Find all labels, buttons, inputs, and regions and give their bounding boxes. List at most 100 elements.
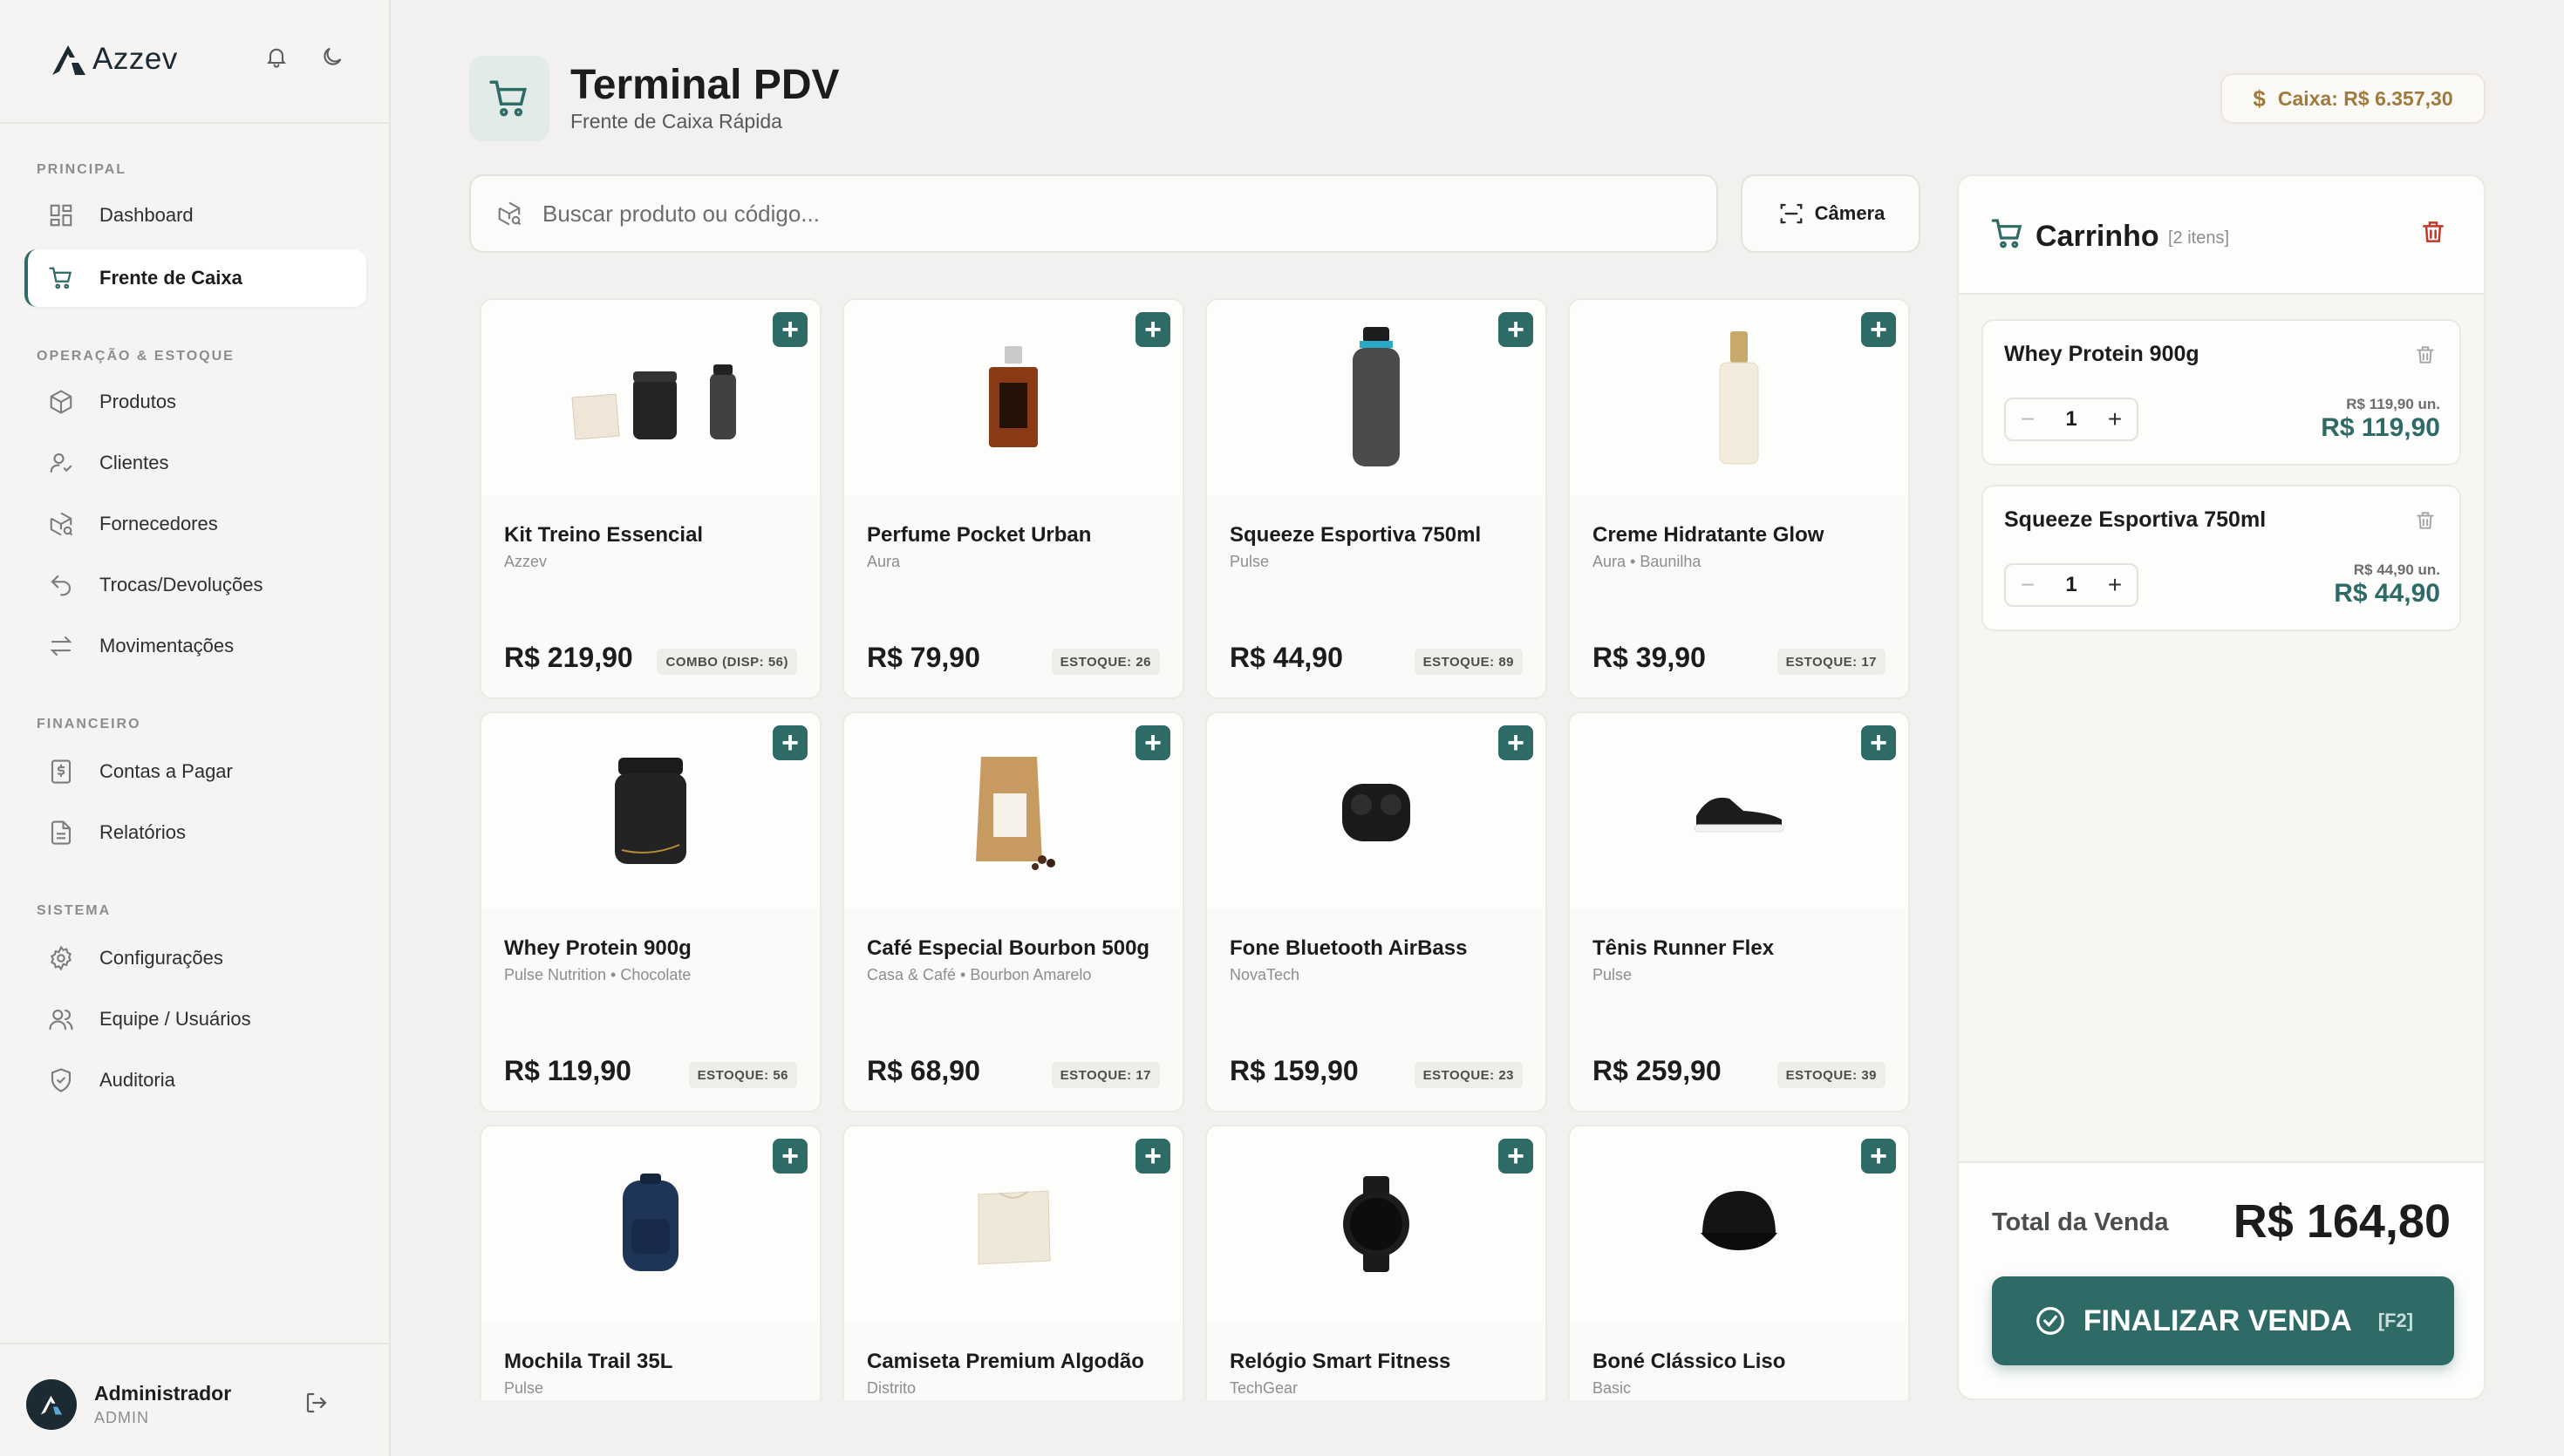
sidebar-item-clientes[interactable]: Clientes	[24, 434, 366, 492]
product-brand: TechGear	[1230, 1379, 1299, 1397]
sidebar-divider	[0, 122, 389, 124]
product-card[interactable]: + Café Especial Bourbon 500g Casa & Café…	[842, 711, 1184, 1112]
add-to-cart-button[interactable]: +	[1861, 1139, 1896, 1174]
clear-cart-trash-icon[interactable]	[2419, 218, 2451, 249]
cream-icon	[1570, 300, 1908, 495]
bottle-icon	[1207, 300, 1545, 495]
increase-quantity-button[interactable]: +	[2093, 405, 2137, 433]
product-brand: Distrito	[867, 1379, 917, 1397]
add-to-cart-button[interactable]: +	[773, 312, 808, 347]
product-card[interactable]: + Creme Hidratante Glow Aura • Baunilha …	[1568, 298, 1910, 699]
cart-item-count: [2 itens]	[2168, 228, 2230, 248]
product-card[interactable]: + Whey Protein 900g Pulse Nutrition • Ch…	[480, 711, 822, 1112]
add-to-cart-button[interactable]: +	[773, 725, 808, 760]
logout-icon[interactable]	[303, 1390, 333, 1419]
camera-button[interactable]: Câmera	[1741, 174, 1920, 253]
sidebar-item-label: Trocas/Devoluções	[99, 574, 263, 595]
decrease-quantity-button[interactable]: −	[2006, 571, 2049, 599]
unit-price: R$ 119,90 un.	[2346, 396, 2440, 412]
add-to-cart-button[interactable]: +	[1498, 312, 1533, 347]
sidebar-item-trocas[interactable]: Trocas/Devoluções	[24, 556, 366, 614]
users-icon	[45, 1004, 77, 1035]
product-card[interactable]: + Camiseta Premium Algodão Distrito	[842, 1125, 1184, 1400]
section-title-financeiro: FINANCEIRO	[37, 717, 141, 731]
remove-item-trash-icon[interactable]	[2414, 344, 2440, 370]
add-to-cart-button[interactable]: +	[1498, 1139, 1533, 1174]
product-name: Café Especial Bourbon 500g	[867, 936, 1150, 960]
product-name: Mochila Trail 35L	[504, 1350, 673, 1373]
product-card[interactable]: + Fone Bluetooth AirBass NovaTech R$ 159…	[1205, 711, 1547, 1112]
receipt-dollar-icon	[45, 756, 77, 787]
product-card[interactable]: + Mochila Trail 35L Pulse	[480, 1125, 822, 1400]
add-to-cart-button[interactable]: +	[773, 1139, 808, 1174]
scan-icon	[1776, 199, 1806, 228]
product-price: R$ 119,90	[504, 1055, 631, 1086]
product-card[interactable]: + Perfume Pocket Urban Aura R$ 79,90 EST…	[842, 298, 1184, 699]
sidebar-item-auditoria[interactable]: Auditoria	[24, 1051, 366, 1109]
cart-icon	[45, 262, 77, 294]
section-title-principal: PRINCIPAL	[37, 162, 127, 177]
sidebar-item-label: Configurações	[99, 947, 223, 969]
product-name: Boné Clássico Liso	[1592, 1350, 1786, 1373]
sidebar-item-dashboard[interactable]: Dashboard	[24, 187, 366, 244]
stock-badge: ESTOQUE: 23	[1414, 1062, 1523, 1088]
product-brand: Azzev	[504, 553, 548, 570]
cart-footer: Total da Venda R$ 164,80 FINALIZAR VENDA…	[1959, 1161, 2484, 1398]
sidebar-item-label: Equipe / Usuários	[99, 1008, 251, 1030]
stock-badge: ESTOQUE: 39	[1776, 1062, 1885, 1088]
sidebar-item-label: Contas a Pagar	[99, 760, 233, 782]
add-to-cart-button[interactable]: +	[1135, 725, 1170, 760]
product-price: R$ 39,90	[1592, 642, 1706, 673]
add-to-cart-button[interactable]: +	[1135, 1139, 1170, 1174]
item-total: R$ 119,90	[2321, 413, 2440, 442]
decrease-quantity-button[interactable]: −	[2006, 405, 2049, 433]
sidebar-item-label: Auditoria	[99, 1069, 175, 1091]
sidebar-item-contas[interactable]: Contas a Pagar	[24, 743, 366, 800]
brand-logo[interactable]: Azzev	[49, 40, 178, 78]
product-brand: NovaTech	[1230, 966, 1300, 983]
sidebar-item-label: Clientes	[99, 452, 169, 473]
user-profile[interactable]: Administrador ADMIN	[26, 1379, 340, 1430]
cart-item: Squeeze Esportiva 750ml − 1 + R$ 44,90 u…	[1981, 485, 2461, 631]
product-card[interactable]: + Boné Clássico Liso Basic	[1568, 1125, 1910, 1400]
cart-item-name: Squeeze Esportiva 750ml	[2004, 507, 2267, 532]
product-grid: + Kit Treino Essencial Azzev R$ 219,90 C…	[471, 288, 1919, 1400]
sidebar-item-relatorios[interactable]: Relatórios	[24, 804, 366, 861]
search-input[interactable]	[542, 200, 1676, 228]
add-to-cart-button[interactable]: +	[1135, 312, 1170, 347]
sidebar-item-equipe[interactable]: Equipe / Usuários	[24, 990, 366, 1048]
sidebar-divider	[0, 1343, 389, 1344]
finalize-sale-button[interactable]: FINALIZAR VENDA [F2]	[1992, 1276, 2454, 1365]
product-card[interactable]: + Relógio Smart Fitness TechGear	[1205, 1125, 1547, 1400]
product-brand: Pulse	[1230, 553, 1270, 570]
dashboard-icon	[45, 200, 77, 231]
sidebar-item-fornecedores[interactable]: Fornecedores	[24, 495, 366, 553]
stock-badge: ESTOQUE: 89	[1414, 649, 1523, 675]
sidebar-item-movimentacoes[interactable]: Movimentações	[24, 617, 366, 675]
sneaker-icon	[1570, 713, 1908, 908]
sidebar-item-frente-de-caixa[interactable]: Frente de Caixa	[24, 249, 366, 307]
product-card[interactable]: + Squeeze Esportiva 750ml Pulse R$ 44,90…	[1205, 298, 1547, 699]
product-card[interactable]: + Kit Treino Essencial Azzev R$ 219,90 C…	[480, 298, 822, 699]
add-to-cart-button[interactable]: +	[1861, 312, 1896, 347]
product-card[interactable]: + Tênis Runner Flex Pulse R$ 259,90 ESTO…	[1568, 711, 1910, 1112]
increase-quantity-button[interactable]: +	[2093, 571, 2137, 599]
sidebar-item-produtos[interactable]: Produtos	[24, 373, 366, 431]
product-brand: Pulse Nutrition • Chocolate	[504, 966, 692, 983]
cart-item: Whey Protein 900g − 1 + R$ 119,90 un. R$…	[1981, 319, 2461, 466]
sidebar-item-label: Frente de Caixa	[99, 267, 242, 289]
add-to-cart-button[interactable]: +	[1861, 725, 1896, 760]
remove-item-trash-icon[interactable]	[2414, 509, 2440, 535]
total-label: Total da Venda	[1992, 1208, 2169, 1236]
add-to-cart-button[interactable]: +	[1498, 725, 1533, 760]
package-search-icon	[45, 508, 77, 540]
section-title-sistema: SISTEMA	[37, 903, 112, 918]
product-name: Relógio Smart Fitness	[1230, 1350, 1451, 1373]
sidebar-item-configuracoes[interactable]: Configurações	[24, 929, 366, 987]
bell-icon[interactable]	[262, 42, 291, 71]
dollar-icon: $	[2253, 85, 2266, 112]
moon-icon[interactable]	[317, 42, 347, 71]
sidebar-item-label: Fornecedores	[99, 513, 218, 534]
gear-icon	[45, 942, 77, 974]
cart-panel: Carrinho [2 itens] Whey Protein 900g − 1…	[1957, 174, 2486, 1400]
